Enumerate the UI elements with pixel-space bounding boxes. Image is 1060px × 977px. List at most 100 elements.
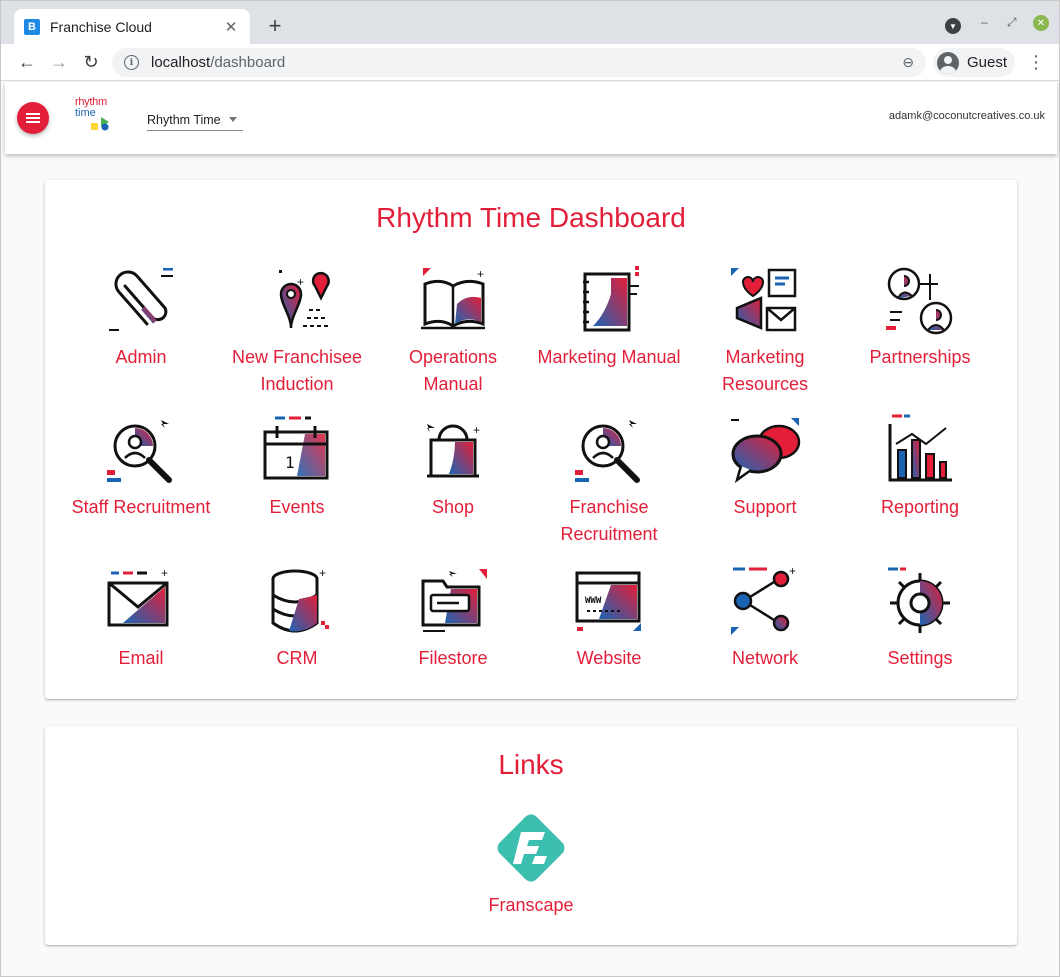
tile-label: Filestore xyxy=(418,648,488,668)
paperclip-icon xyxy=(109,268,173,331)
tile-admin[interactable]: Admin xyxy=(66,264,216,371)
tile-label: Reporting xyxy=(880,497,960,517)
svg-text:+: + xyxy=(789,565,796,578)
app-header: rhythm time Rhythm Time adamk@coconutcre… xyxy=(5,82,1057,154)
links-title: Links xyxy=(498,749,564,780)
zoom-icon[interactable]: ⊖ xyxy=(902,54,914,71)
maximize-icon[interactable]: ⤢ xyxy=(1007,15,1017,30)
tile-events[interactable]: 1 Events xyxy=(222,414,372,521)
share-network-icon: + xyxy=(731,565,796,635)
back-arrow-icon[interactable]: ← xyxy=(15,50,39,74)
magnifier-person-icon xyxy=(107,420,172,483)
tile-crm[interactable]: + CRM xyxy=(222,565,372,672)
browser-window: B Franchise Cloud ✕ + ▼ – ⤢ ✕ ← → ↻ i lo… xyxy=(0,0,1060,977)
url-text[interactable]: localhost/dashboard xyxy=(151,54,902,71)
tile-label: Admin xyxy=(115,347,167,367)
tile-support[interactable]: Support xyxy=(690,414,840,521)
tile-new-franchisee-induction[interactable]: + New Franchisee Induction xyxy=(222,264,372,398)
logo-shapes-icon xyxy=(91,117,109,131)
dropdown-caret-icon xyxy=(228,117,237,122)
tile-website[interactable]: WWW Website xyxy=(534,565,684,672)
tile-staff-recruitment[interactable]: Staff Recruitment xyxy=(66,414,216,521)
address-bar[interactable]: i localhost/dashboard ⊖ xyxy=(112,48,926,77)
svg-text:+: + xyxy=(473,423,480,437)
tile-label: Website xyxy=(576,648,642,668)
tile-label: New Franchisee Induction xyxy=(231,347,363,394)
svg-text:+: + xyxy=(297,275,304,289)
tile-marketing-resources[interactable]: Marketing Resources xyxy=(690,264,840,398)
profile-name: Guest xyxy=(967,54,1008,71)
favicon-icon: B xyxy=(24,18,40,35)
link-franscape[interactable]: Franscape xyxy=(471,808,591,919)
bar-chart-icon xyxy=(888,414,952,482)
open-book-icon: + xyxy=(421,267,485,330)
tile-filestore[interactable]: Filestore xyxy=(378,565,528,672)
folder-icon xyxy=(421,569,487,632)
tile-label: Marketing Manual xyxy=(537,347,681,367)
guest-avatar-icon xyxy=(937,51,959,74)
close-window-icon[interactable]: ✕ xyxy=(1033,15,1049,31)
tab-strip: B Franchise Cloud ✕ + ▼ – ⤢ ✕ xyxy=(1,1,1059,44)
tile-label: Shop xyxy=(431,497,475,517)
svg-text:WWW: WWW xyxy=(585,596,602,606)
tile-label: Partnerships xyxy=(869,347,971,367)
url-path: /dashboard xyxy=(210,54,286,71)
megaphone-icon xyxy=(731,268,797,332)
franchise-select-value: Rhythm Time xyxy=(147,112,221,127)
franchise-select[interactable]: Rhythm Time xyxy=(147,109,243,131)
gear-icon xyxy=(888,567,950,633)
database-icon: + xyxy=(271,566,329,633)
envelope-icon: + xyxy=(107,566,169,627)
calendar-icon: 1 xyxy=(263,416,329,480)
chat-bubbles-icon xyxy=(731,418,801,484)
browser-tab[interactable]: B Franchise Cloud ✕ xyxy=(14,9,250,44)
dashboard-title: Rhythm Time Dashboard xyxy=(376,202,686,233)
tile-reporting[interactable]: Reporting xyxy=(845,414,995,521)
tile-label: Settings xyxy=(887,648,953,668)
people-network-icon xyxy=(886,267,953,335)
notebook-icon xyxy=(583,266,639,332)
browser-toolbar: ← → ↻ i localhost/dashboard ⊖ Guest ⋮ xyxy=(1,44,1059,81)
dashboard-card: Rhythm Time Dashboard Admin + New Franchis… xyxy=(45,180,1017,699)
tile-shop[interactable]: + Shop xyxy=(378,414,528,521)
tile-label: Staff Recruitment xyxy=(71,497,211,517)
new-tab-icon[interactable]: + xyxy=(263,13,287,39)
site-info-icon[interactable]: i xyxy=(124,55,139,70)
hamburger-icon xyxy=(26,113,40,123)
tile-label: Marketing Resources xyxy=(721,347,809,394)
tile-label: Events xyxy=(269,497,325,517)
tile-label: Network xyxy=(731,648,798,668)
map-pin-route-icon: + xyxy=(279,270,330,329)
tab-search-icon[interactable]: ▼ xyxy=(945,18,961,34)
web-window-icon: WWW xyxy=(575,571,641,631)
tab-close-icon[interactable]: ✕ xyxy=(222,18,240,36)
tile-email[interactable]: + Email xyxy=(66,565,216,672)
tile-franchise-recruitment[interactable]: Franchise Recruitment xyxy=(534,414,684,548)
user-email: adamk@coconutcreatives.co.uk xyxy=(888,110,1045,122)
profile-button[interactable]: Guest xyxy=(933,48,1015,77)
magnifier-person-icon xyxy=(575,420,640,483)
tile-label: Operations Manual xyxy=(408,347,498,394)
svg-text:+: + xyxy=(319,566,326,580)
browser-menu-icon[interactable]: ⋮ xyxy=(1027,52,1045,72)
tile-label: Email xyxy=(118,648,164,668)
svg-text:1: 1 xyxy=(285,453,295,472)
tile-network[interactable]: + Network xyxy=(690,565,840,672)
tile-label: Franchise Recruitment xyxy=(560,497,658,544)
links-card: Links Franscape xyxy=(45,726,1017,945)
forward-arrow-icon[interactable]: → xyxy=(47,50,71,74)
menu-button[interactable] xyxy=(17,102,49,134)
minimize-icon[interactable]: – xyxy=(981,15,988,29)
shopping-bag-icon: + xyxy=(427,423,480,478)
url-host: localhost xyxy=(151,54,211,71)
tile-operations-manual[interactable]: + Operations Manual xyxy=(378,264,528,398)
tile-label: Support xyxy=(733,497,797,517)
tile-label: CRM xyxy=(276,648,318,668)
tab-title: Franchise Cloud xyxy=(50,18,152,35)
tile-marketing-manual[interactable]: Marketing Manual xyxy=(534,264,684,371)
reload-icon[interactable]: ↻ xyxy=(79,50,103,74)
tile-settings[interactable]: Settings xyxy=(845,565,995,672)
tile-partnerships[interactable]: Partnerships xyxy=(845,264,995,371)
rhythm-time-logo[interactable]: rhythm time xyxy=(75,97,119,135)
franscape-logo-icon xyxy=(497,814,565,882)
